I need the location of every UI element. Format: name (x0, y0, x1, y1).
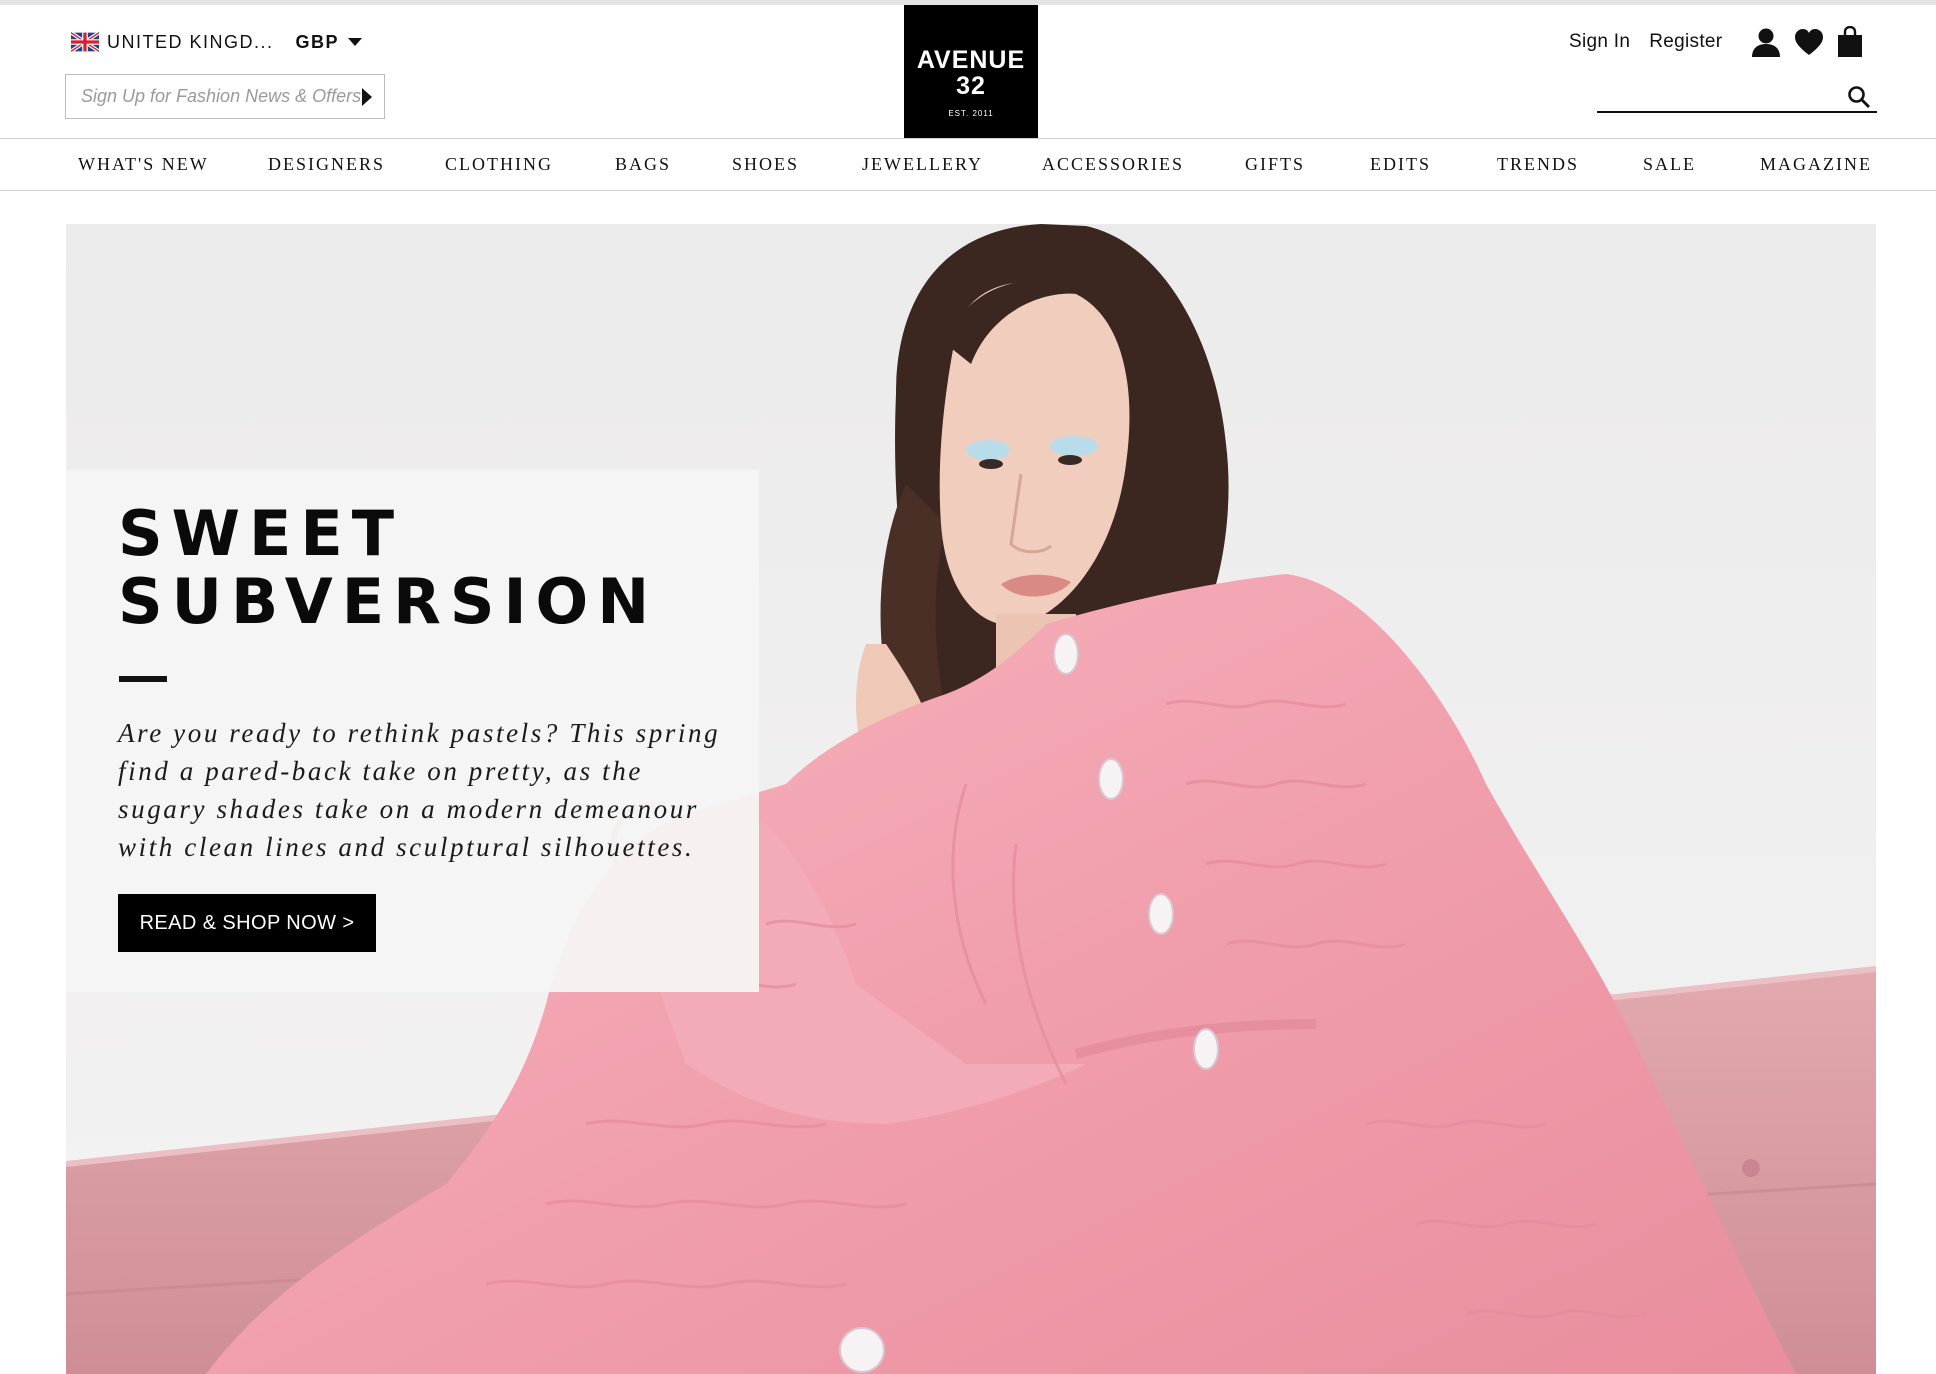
country-label[interactable]: UNITED KINGD... (107, 32, 274, 53)
search-bar (1597, 75, 1877, 113)
main-nav: WHAT'S NEW DESIGNERS CLOTHING BAGS SHOES… (0, 138, 1936, 191)
heart-icon[interactable] (1794, 28, 1824, 56)
nav-item-bags[interactable]: BAGS (615, 139, 671, 189)
nav-item-designers[interactable]: DESIGNERS (268, 139, 385, 189)
promo-divider (119, 676, 167, 682)
search-icon[interactable] (1847, 85, 1871, 109)
page: UNITED KINGD... GBP AVENUE 32 EST. 2011 … (0, 0, 1936, 1374)
search-input[interactable] (1597, 75, 1837, 109)
nav-item-gifts[interactable]: GIFTS (1245, 139, 1305, 189)
nav-item-clothing[interactable]: CLOTHING (445, 139, 553, 189)
newsletter-signup (65, 74, 385, 119)
promo-description: Are you ready to rethink pastels? This s… (118, 718, 721, 862)
logo-line-2: 32 (956, 72, 986, 100)
promo-title: SWEET SUBVERSION (118, 497, 659, 638)
nav-item-edits[interactable]: EDITS (1370, 139, 1431, 189)
nav-item-trends[interactable]: TRENDS (1497, 139, 1579, 189)
nav-item-sale[interactable]: SALE (1643, 139, 1696, 189)
promo-panel: SWEET SUBVERSION Are you ready to rethin… (66, 470, 759, 992)
newsletter-submit-arrow-icon[interactable] (362, 88, 372, 106)
register-link[interactable]: Register (1649, 31, 1722, 53)
nav-item-accessories[interactable]: ACCESSORIES (1042, 139, 1184, 189)
logo-established: EST. 2011 (948, 109, 994, 118)
bag-icon[interactable] (1837, 26, 1863, 58)
read-and-shop-button[interactable]: READ & SHOP NOW > (118, 894, 376, 952)
uk-flag-icon (71, 31, 99, 53)
nav-item-whats-new[interactable]: WHAT'S NEW (78, 139, 209, 189)
locale-selector[interactable]: UNITED KINGD... GBP (71, 25, 363, 59)
account-links: Sign In Register (1569, 20, 1863, 64)
nav-item-jewellery[interactable]: JEWELLERY (862, 139, 983, 189)
logo-line-1: AVENUE (916, 46, 1026, 74)
nav-item-magazine[interactable]: MAGAZINE (1760, 139, 1872, 189)
sign-in-link[interactable]: Sign In (1569, 31, 1630, 53)
caret-down-icon (348, 38, 363, 46)
site-header: UNITED KINGD... GBP AVENUE 32 EST. 2011 … (0, 5, 1936, 138)
user-icon[interactable] (1751, 27, 1781, 57)
newsletter-email-input[interactable] (66, 75, 384, 118)
site-logo[interactable]: AVENUE 32 EST. 2011 (904, 5, 1038, 138)
currency-selector[interactable]: GBP (296, 32, 363, 53)
nav-item-shoes[interactable]: SHOES (732, 139, 799, 189)
currency-label: GBP (295, 31, 340, 52)
